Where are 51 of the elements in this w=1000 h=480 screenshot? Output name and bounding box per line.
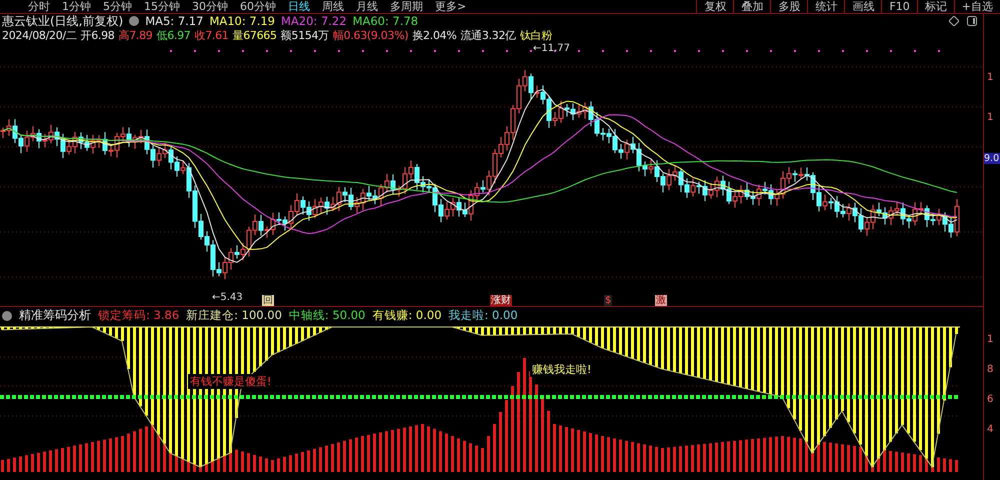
indicator-axis-label: 1 (987, 334, 994, 345)
quote-value: 开6.98 (80, 28, 115, 42)
indicator-value: 新庄建仓: 100.00 (186, 308, 282, 323)
indicator-value: 我走啦: 0.00 (448, 308, 518, 323)
period-tab[interactable]: 1分钟 (56, 0, 97, 13)
indicator-axis-label: 6 (987, 394, 994, 405)
quote-value: 收7.61 (194, 28, 229, 42)
dropdown-icon[interactable] (129, 16, 140, 26)
ma-value: MA10: 7.19 (209, 14, 275, 28)
quote-value: 2024/08/20/二 (2, 28, 77, 42)
indicator-value: 中轴线: 50.00 (288, 308, 366, 323)
indicator-title: 精准筹码分析 (19, 307, 91, 324)
period-tab[interactable]: 60分钟 (234, 0, 282, 13)
price-axis-label: 1 (987, 72, 994, 83)
current-price-tag: 9.0 (984, 153, 1000, 164)
buy-signal-text: 有钱不赚是傻蛋! (188, 374, 274, 389)
indicator-axis-label: 4 (987, 424, 994, 435)
quote-value: 换2.04% (412, 28, 456, 42)
diamond-icon[interactable] (949, 16, 959, 26)
period-tab[interactable]: 月线 (350, 0, 384, 13)
quote-value: 高7.89 (118, 28, 153, 42)
period-tab[interactable]: 分时 (22, 0, 56, 13)
period-tab[interactable]: 更多> (429, 0, 472, 13)
period-tab[interactable]: 多周期 (384, 0, 429, 13)
low-price-label: ←5.43 (212, 292, 243, 303)
indicator-value: 锁定筹码: 3.86 (98, 308, 180, 323)
price-axis-label: 1 (987, 112, 994, 123)
ma-value: MA20: 7.22 (281, 14, 347, 28)
ma-value: MA60: 7.78 (352, 14, 418, 28)
quote-value: 低6.97 (156, 28, 191, 42)
signal-marker: $ (604, 295, 612, 306)
high-price-label: ←11.77 (533, 43, 570, 54)
indicator-value: 有钱赚: 0.00 (372, 308, 442, 323)
period-tab[interactable]: 日线 (282, 0, 316, 13)
period-tab[interactable]: 5分钟 (97, 0, 138, 13)
quote-value: 量67665 (232, 28, 277, 42)
panel-toggle-icon[interactable] (967, 16, 977, 26)
signal-marker: 回 (262, 295, 274, 306)
stock-title: 惠云钛业(日线,前复权) (2, 12, 124, 30)
quote-value: 幅0.63(9.03%) (332, 28, 408, 42)
dropdown-icon[interactable] (2, 310, 12, 320)
period-tab[interactable]: 15分钟 (138, 0, 186, 13)
indicator-axis-label: 8 (987, 364, 994, 375)
period-tab[interactable]: 30分钟 (186, 0, 234, 13)
ma-value: MA5: 7.17 (145, 14, 204, 28)
quote-value: 流通3.32亿 (460, 28, 516, 42)
signal-marker: 涨财 (490, 295, 512, 306)
quote-value: 额5154万 (280, 28, 329, 42)
signal-marker: 激 (655, 295, 667, 306)
period-tab[interactable]: 周线 (316, 0, 350, 13)
quote-value: 钛白粉 (520, 28, 552, 42)
